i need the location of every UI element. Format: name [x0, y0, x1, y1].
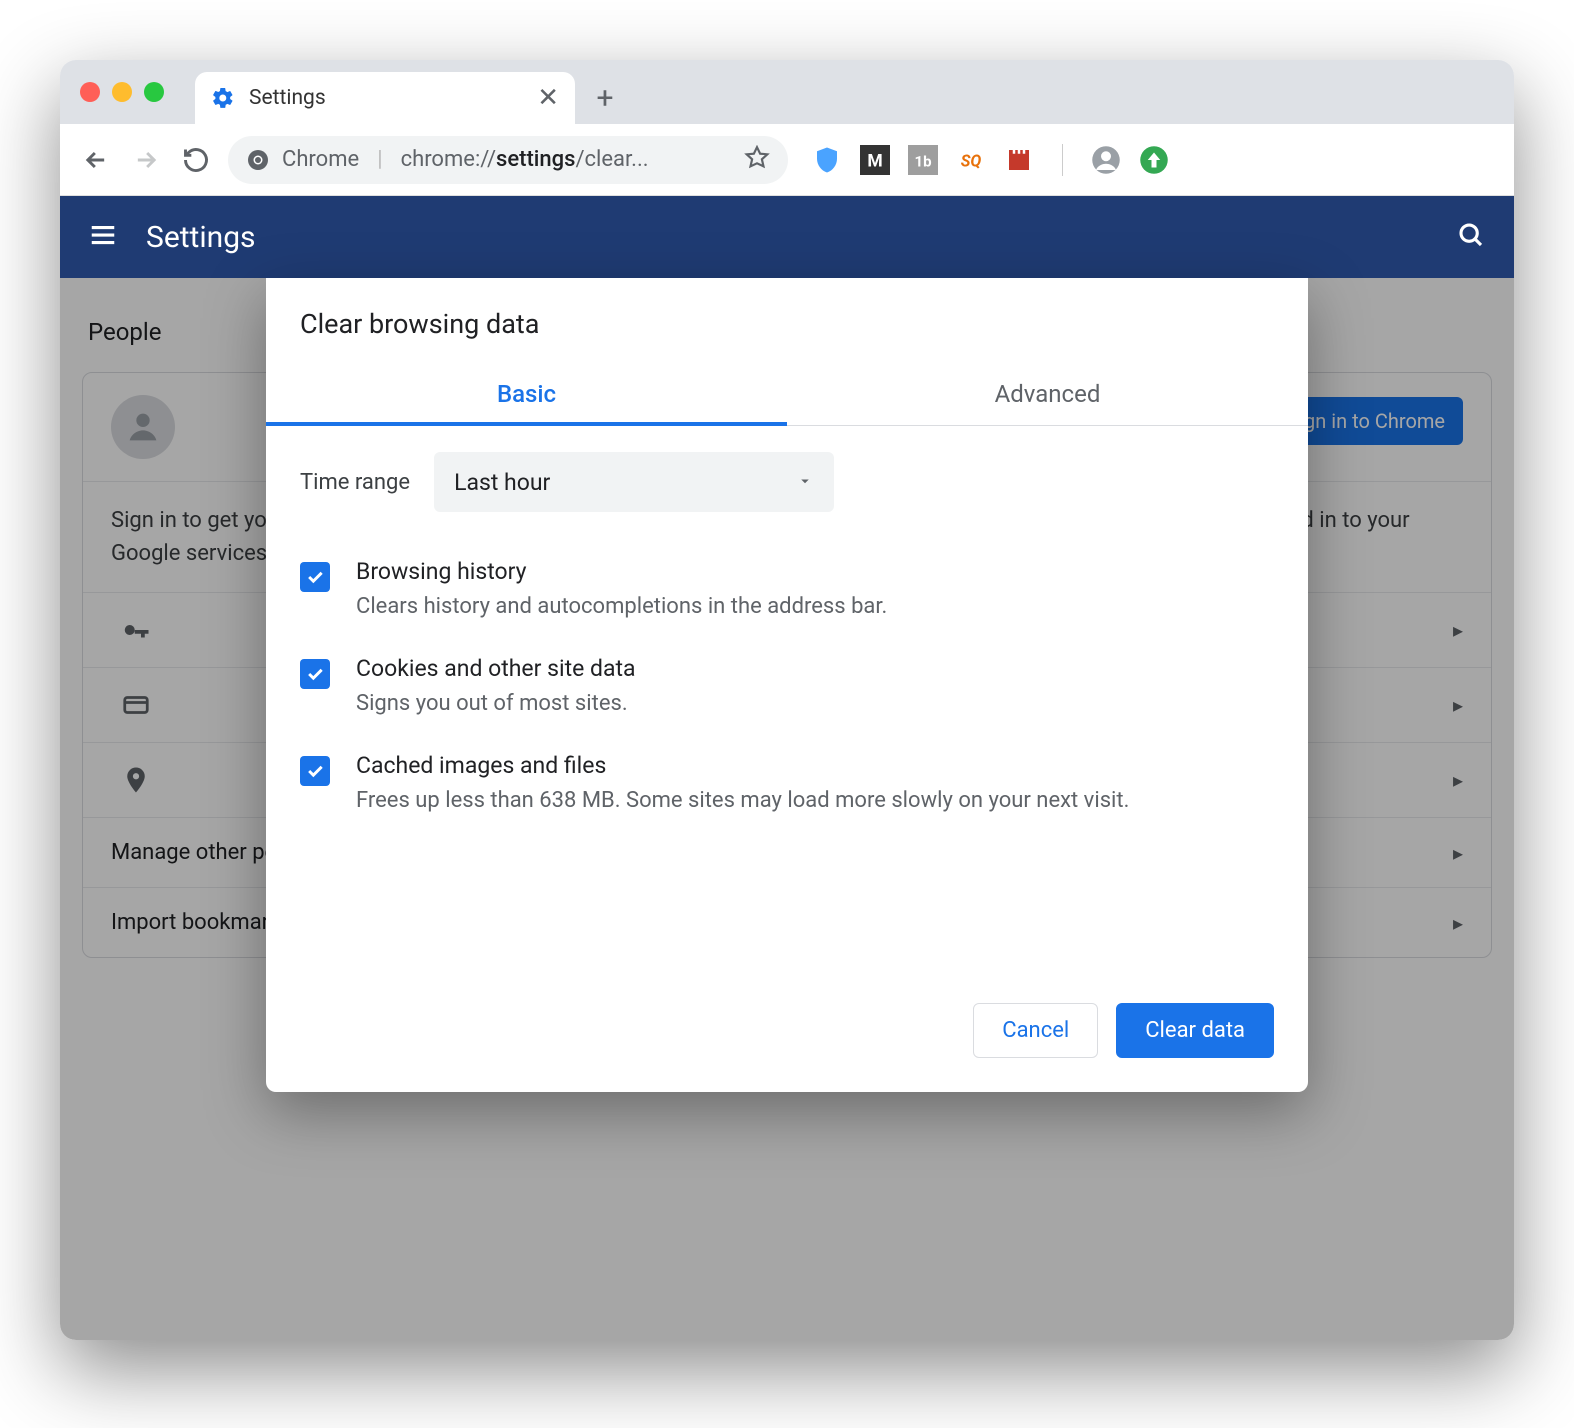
reload-button[interactable]: [178, 142, 214, 178]
hamburger-menu-button[interactable]: [88, 220, 118, 254]
checkbox-cookies[interactable]: Cookies and other site data Signs you ou…: [300, 639, 1274, 736]
checkbox-icon[interactable]: [300, 562, 330, 592]
checkbox-browsing-history[interactable]: Browsing history Clears history and auto…: [300, 542, 1274, 639]
checkbox-icon[interactable]: [300, 659, 330, 689]
page-content: People Sign in to Chrome Sign in to get …: [60, 278, 1514, 1340]
new-tab-button[interactable]: +: [585, 78, 625, 118]
time-range-select[interactable]: Last hour: [434, 452, 834, 512]
time-range-row: Time range Last hour: [300, 452, 1274, 512]
dialog-tabs: Basic Advanced: [266, 366, 1308, 426]
url-text: chrome://settings/clear...: [401, 147, 649, 172]
browser-tab[interactable]: Settings ✕: [195, 72, 575, 124]
browser-window: Settings ✕ + Chrome | chrome://settings/…: [60, 60, 1514, 1340]
toolbar-separator: [1062, 144, 1063, 176]
profile-avatar-icon[interactable]: [1091, 145, 1121, 175]
back-button[interactable]: [78, 142, 114, 178]
url-divider: |: [377, 147, 382, 172]
window-maximize-button[interactable]: [144, 82, 164, 102]
dialog-body: Time range Last hour Browsing history: [266, 426, 1308, 843]
clear-data-button[interactable]: Clear data: [1116, 1003, 1274, 1058]
chrome-icon: [246, 148, 270, 172]
dialog-title: Clear browsing data: [266, 278, 1308, 366]
check-desc: Frees up less than 638 MB. Some sites ma…: [356, 785, 1129, 817]
tab-basic[interactable]: Basic: [266, 366, 787, 426]
ext-castle-icon[interactable]: [1004, 145, 1034, 175]
bookmark-star-icon[interactable]: [744, 145, 770, 175]
plus-icon: +: [596, 81, 613, 116]
app-title: Settings: [146, 220, 256, 255]
checkbox-icon[interactable]: [300, 756, 330, 786]
toolbar: Chrome | chrome://settings/clear... M 1b…: [60, 124, 1514, 196]
window-controls: [80, 82, 164, 102]
update-icon[interactable]: [1139, 145, 1169, 175]
window-close-button[interactable]: [80, 82, 100, 102]
tab-close-button[interactable]: ✕: [537, 85, 559, 111]
check-title: Browsing history: [356, 558, 887, 585]
ext-1b-icon[interactable]: 1b: [908, 145, 938, 175]
cancel-button[interactable]: Cancel: [973, 1003, 1098, 1058]
check-title: Cookies and other site data: [356, 655, 636, 682]
tab-advanced[interactable]: Advanced: [787, 366, 1308, 425]
address-bar[interactable]: Chrome | chrome://settings/clear...: [228, 136, 788, 184]
dialog-actions: Cancel Clear data: [266, 963, 1308, 1066]
window-minimize-button[interactable]: [112, 82, 132, 102]
ext-m-icon[interactable]: M: [860, 145, 890, 175]
check-title: Cached images and files: [356, 752, 1129, 779]
gear-icon: [211, 86, 235, 110]
check-desc: Signs you out of most sites.: [356, 688, 636, 720]
extension-icons: M 1b SQ: [812, 144, 1169, 176]
time-range-value: Last hour: [454, 469, 550, 496]
svg-text:SQ: SQ: [961, 151, 982, 170]
search-button[interactable]: [1456, 220, 1486, 254]
url-scheme: Chrome: [282, 147, 359, 172]
app-header: Settings: [60, 196, 1514, 278]
clear-browsing-data-dialog: Clear browsing data Basic Advanced Time …: [266, 278, 1308, 1092]
tab-title: Settings: [249, 86, 523, 110]
svg-text:1b: 1b: [914, 152, 931, 170]
chevron-down-icon: [796, 469, 814, 496]
ext-sq-icon[interactable]: SQ: [956, 145, 986, 175]
checkbox-cache[interactable]: Cached images and files Frees up less th…: [300, 736, 1274, 833]
shield-icon[interactable]: [812, 145, 842, 175]
time-range-label: Time range: [300, 470, 410, 495]
titlebar: Settings ✕ +: [60, 60, 1514, 124]
forward-button[interactable]: [128, 142, 164, 178]
svg-text:M: M: [867, 151, 882, 171]
check-desc: Clears history and autocompletions in th…: [356, 591, 887, 623]
